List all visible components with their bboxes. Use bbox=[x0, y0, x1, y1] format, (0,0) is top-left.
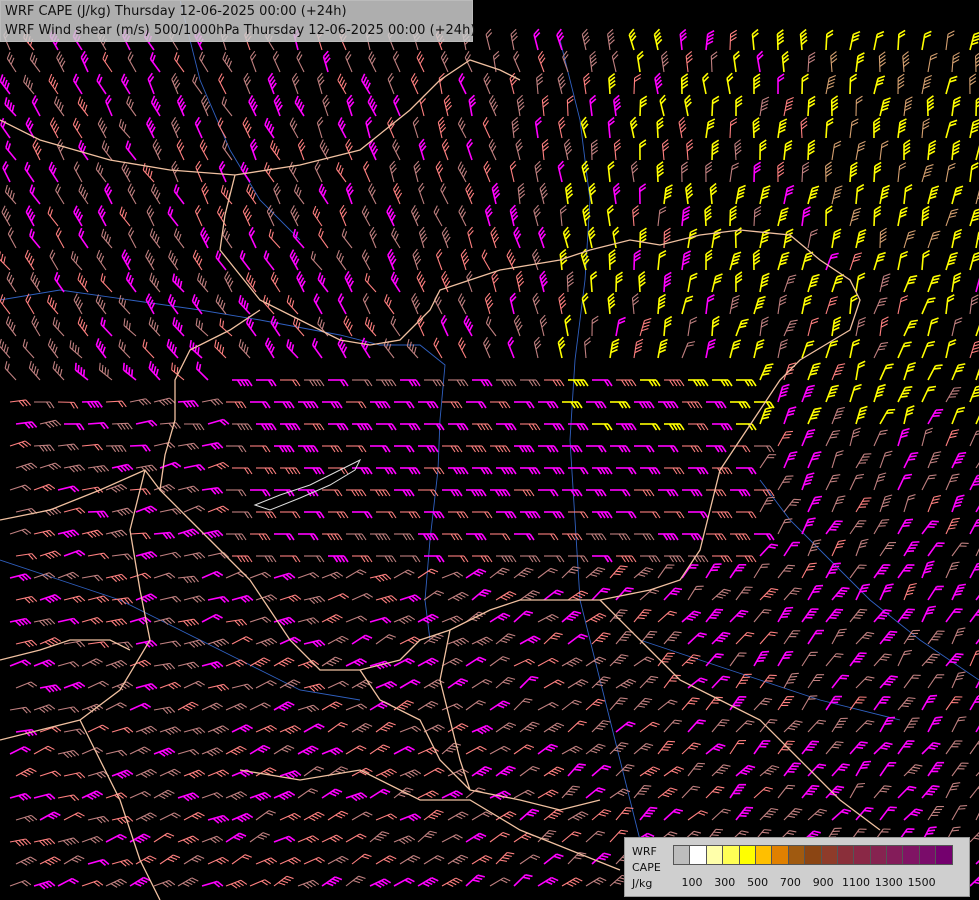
legend-swatch bbox=[869, 845, 888, 865]
legend-swatch bbox=[771, 845, 789, 865]
legend-tick-label: 1500 bbox=[907, 876, 936, 889]
legend-tick-label: 100 bbox=[681, 876, 703, 889]
legend-field-label: CAPE bbox=[632, 861, 661, 874]
legend-swatch bbox=[754, 845, 773, 865]
map-background bbox=[0, 0, 979, 900]
legend-tick-labels: 100 300 500 700 900 1100 1300 1500 bbox=[673, 876, 973, 892]
map-canvas bbox=[0, 0, 979, 900]
legend-swatch bbox=[853, 845, 871, 865]
legend-tick-label: 1300 bbox=[874, 876, 903, 889]
wind-shear-title: WRF Wind shear (m/s) 500/1000hPa Thursda… bbox=[5, 23, 476, 38]
legend-swatch bbox=[722, 845, 740, 865]
cape-title: WRF CAPE (J/kg) Thursday 12-06-2025 00:0… bbox=[5, 4, 347, 19]
legend-tick-label: 900 bbox=[812, 876, 834, 889]
map-title-box: WRF CAPE (J/kg) Thursday 12-06-2025 00:0… bbox=[0, 0, 476, 42]
legend-swatch bbox=[787, 845, 806, 865]
legend-unit-label: J/kg bbox=[632, 877, 653, 890]
cape-legend: WRF CAPE J/kg 100 300 500 700 900 1100 1300 150… bbox=[624, 837, 970, 897]
legend-swatch bbox=[902, 845, 920, 865]
legend-swatch bbox=[820, 845, 838, 865]
legend-tick-label: 1100 bbox=[842, 876, 870, 889]
legend-swatch bbox=[804, 845, 822, 865]
legend-tick-label: 300 bbox=[714, 876, 736, 889]
legend-tick-label: 500 bbox=[747, 876, 769, 889]
legend-swatch bbox=[673, 845, 691, 865]
legend-swatch bbox=[918, 845, 937, 865]
legend-swatch bbox=[689, 845, 707, 865]
legend-swatch bbox=[705, 845, 724, 865]
legend-tick-label: 700 bbox=[779, 876, 801, 889]
legend-swatch bbox=[935, 845, 953, 865]
legend-swatch bbox=[738, 845, 756, 865]
legend-color-scale bbox=[673, 845, 953, 867]
legend-swatch bbox=[836, 845, 855, 865]
legend-swatch bbox=[886, 845, 904, 865]
legend-model-label: WRF bbox=[632, 845, 657, 858]
